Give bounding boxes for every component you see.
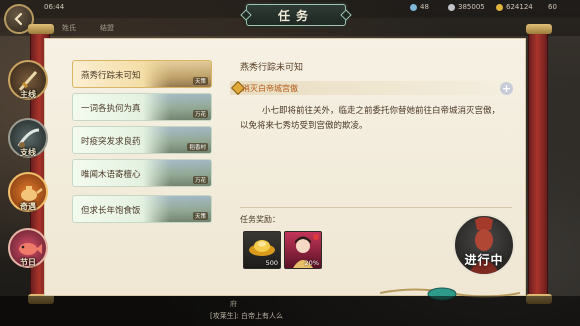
reward-slot-portrait[interactable]: 20% <box>284 231 322 269</box>
divider <box>240 207 512 208</box>
page-title: 任务 <box>240 4 352 26</box>
silver-coin-icon <box>448 3 455 11</box>
stat-battery: 60 <box>548 3 557 11</box>
quest-name: 时疫突发求良药 <box>81 137 141 147</box>
stat-gold: 624124 <box>496 3 533 11</box>
in-progress-label: 进行中 <box>464 253 504 267</box>
stat-energy: 48 <box>410 3 429 11</box>
quest-item[interactable]: 但求长年饱食饭 天策 <box>72 195 212 223</box>
reward-count: 500 <box>265 259 278 267</box>
quest-item[interactable]: 一词各执何为真 万花 <box>72 93 212 121</box>
nav-main-quest[interactable]: 主线 <box>8 60 48 100</box>
chevron-left-icon <box>14 12 23 26</box>
nav-adventure[interactable]: 奇遇 <box>8 172 48 212</box>
chat-bar[interactable]: 府 [攻莱生]: 白帝上有人么 <box>0 296 580 326</box>
scroll-rod-right <box>526 24 552 304</box>
quest-name: 燕秀行踪未可知 <box>81 71 141 81</box>
chat-channel: 府 <box>230 300 237 308</box>
quest-name: 唯闻木语寄檀心 <box>81 170 141 180</box>
sub-bar-text-1: 姓氏 <box>62 24 76 32</box>
quest-item[interactable]: 时疫突发求良药 稻香村 <box>72 126 212 154</box>
reward-slot-gold[interactable]: 500 <box>243 231 281 269</box>
quest-location: 万花 <box>192 110 208 118</box>
quest-location: 万花 <box>192 176 208 184</box>
quest-location: 稻香村 <box>187 143 208 151</box>
quest-goal-row: 消灭白帝城宫傲 <box>230 80 520 96</box>
clock-text: 06:44 <box>44 3 65 11</box>
quest-detail-title: 燕秀行踪未可知 <box>240 63 304 73</box>
quest-goal-text: 消灭白帝城宫傲 <box>242 84 298 93</box>
quest-location: 天策 <box>192 77 208 85</box>
nav-festival[interactable]: 节日 <box>8 228 48 268</box>
quest-description: 小七即将前往关外，临走之前委托你替她前往白帝城消灭宫傲，以免将来七秀坊受到宫傲的… <box>240 106 501 131</box>
energy-icon <box>410 3 417 11</box>
quest-item-active[interactable]: 燕秀行踪未可知 天策 <box>72 60 212 88</box>
quest-name: 但求长年饱食饭 <box>81 206 141 216</box>
reward-count: 20% <box>304 259 319 267</box>
quest-item[interactable]: 唯闻木语寄檀心 万花 <box>72 159 212 187</box>
nav-side-quest[interactable]: 支线 <box>8 118 48 158</box>
gold-ingot-icon <box>249 240 275 256</box>
in-progress-button[interactable]: 进行中 <box>453 214 515 276</box>
quest-name: 一词各执何为真 <box>81 104 141 114</box>
stat-silver: 385005 <box>448 3 485 11</box>
page-title-text: 任务 <box>277 8 314 23</box>
quest-location: 天策 <box>192 212 208 220</box>
chat-message: [攻莱生]: 白帝上有人么 <box>210 312 284 320</box>
reward-label: 任务奖励： <box>240 215 280 224</box>
sub-bar-text-2: 结盟 <box>100 24 114 32</box>
expand-plus-button[interactable]: + <box>500 82 513 95</box>
gold-coin-icon <box>496 3 503 11</box>
